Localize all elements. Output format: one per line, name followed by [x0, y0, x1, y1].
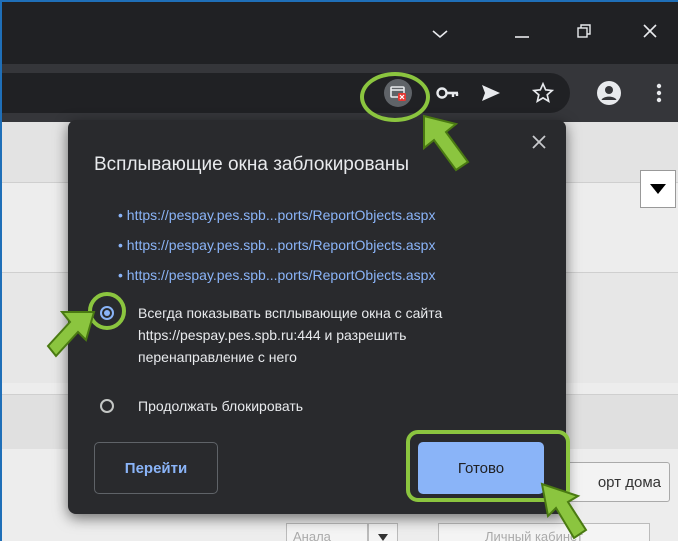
menu-icon[interactable] — [644, 78, 674, 108]
toolbar — [2, 64, 678, 122]
title-bar — [2, 2, 678, 64]
close-icon[interactable] — [532, 132, 546, 155]
key-icon[interactable] — [433, 78, 463, 108]
minimize-icon[interactable] — [502, 16, 542, 50]
continue-blocking-radio[interactable] — [100, 399, 114, 413]
page-dropdown-button[interactable] — [640, 170, 676, 208]
star-icon[interactable] — [528, 78, 558, 108]
close-window-icon[interactable] — [630, 16, 670, 50]
send-icon[interactable] — [476, 78, 506, 108]
page-filter-field[interactable]: Анала — [286, 523, 368, 541]
blocked-popups-list: • https://pespay.pes.spb...ports/ReportO… — [118, 200, 435, 290]
browser-window: орт дома Анала Личный кабинет Всплывающи… — [2, 2, 678, 541]
restore-icon[interactable] — [564, 16, 604, 50]
arrow-annotation-icon — [423, 114, 470, 172]
arrow-annotation-icon — [540, 482, 588, 540]
tab-search-icon[interactable] — [420, 16, 460, 50]
always-allow-line3: перенаправление с него — [138, 349, 297, 365]
blocked-popup-link[interactable]: • https://pespay.pes.spb...ports/ReportO… — [118, 260, 435, 290]
arrow-annotation-icon — [46, 311, 96, 358]
blocked-popup-link[interactable]: • https://pespay.pes.spb...ports/ReportO… — [118, 230, 435, 260]
go-button[interactable]: Перейти — [94, 442, 218, 494]
always-allow-line1: Всегда показывать всплывающие окна с сай… — [138, 305, 443, 321]
always-allow-line2: https://pespay.pes.spb.ru:444 и разрешит… — [138, 327, 407, 343]
blocked-popup-link[interactable]: • https://pespay.pes.spb...ports/ReportO… — [118, 200, 435, 230]
always-allow-label: Всегда показывать всплывающие окна с сай… — [138, 302, 442, 368]
dialog-title: Всплывающие окна заблокированы — [94, 154, 410, 175]
page-filter-dropdown[interactable] — [368, 523, 398, 541]
profile-icon[interactable] — [594, 78, 624, 108]
continue-blocking-label: Продолжать блокировать — [138, 398, 304, 414]
